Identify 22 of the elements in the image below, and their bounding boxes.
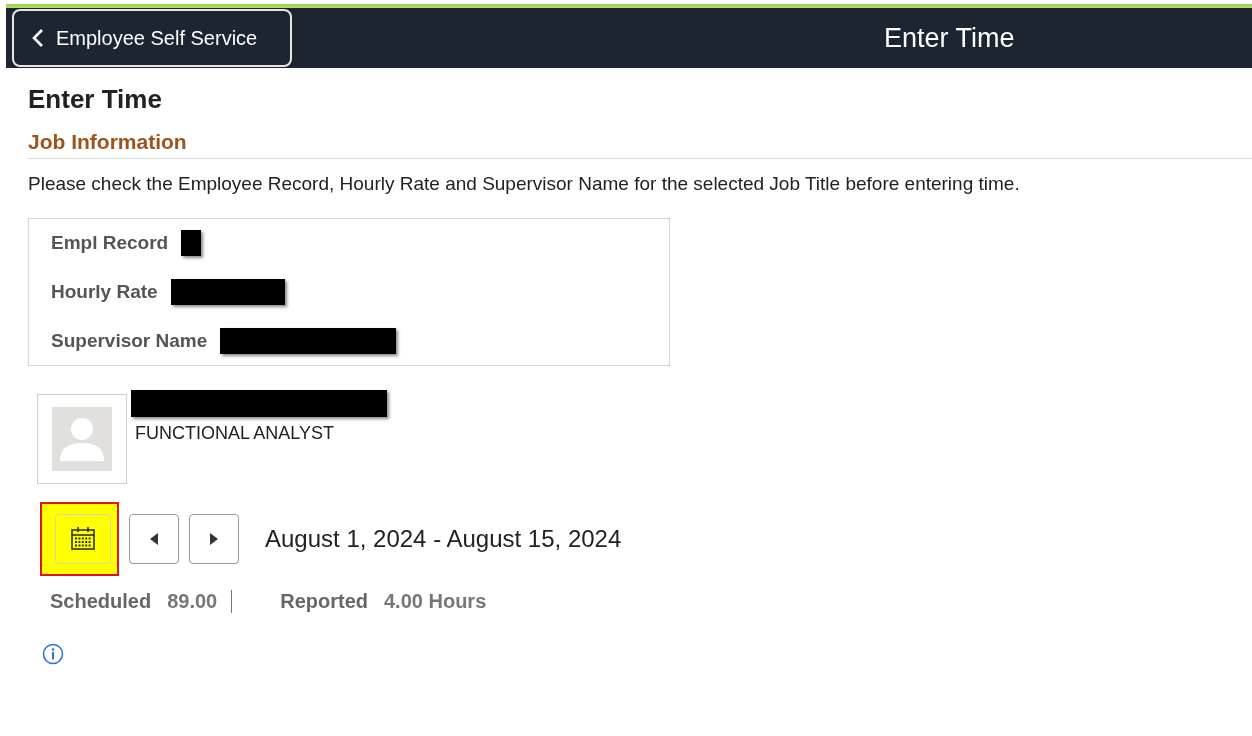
summary-label: Scheduled [50, 590, 152, 613]
summary-value: 4.00 Hours [384, 590, 487, 613]
next-button[interactable] [189, 514, 239, 564]
summary-value: 89.00 [167, 590, 218, 613]
previous-button[interactable] [129, 514, 179, 564]
header-title: Enter Time [884, 22, 1015, 54]
field-label: Supervisor Name [51, 329, 208, 352]
info-icon[interactable] [42, 643, 64, 665]
chevron-left-icon [32, 28, 44, 48]
field-label: Empl Record [51, 232, 169, 255]
triangle-left-icon [150, 533, 158, 545]
triangle-right-icon [210, 533, 218, 545]
page-title: Enter Time [28, 84, 163, 115]
section-title: Job Information [28, 130, 1252, 159]
back-button[interactable]: Employee Self Service [12, 9, 292, 67]
date-range: August 1, 2024 - August 15, 2024 [265, 525, 622, 553]
calendar-button[interactable] [55, 514, 111, 564]
calendar-icon [70, 526, 96, 552]
summary-label: Reported [280, 590, 368, 613]
job-title: FUNCTIONAL ANALYST [134, 423, 336, 444]
field-label: Hourly Rate [51, 281, 158, 303]
instructions-text: Please check the Employee Record, Hourly Rate and Supervisor Name for the selected Job Title before entering time. [28, 173, 1021, 195]
